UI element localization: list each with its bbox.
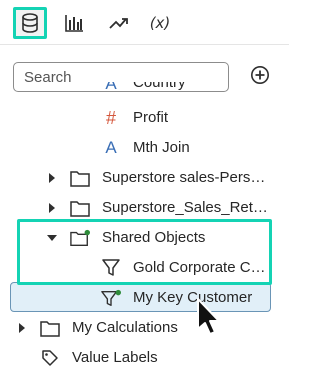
tree-item-label: Profit: [133, 109, 169, 126]
tree-item-profit[interactable]: # Profit: [0, 103, 289, 133]
bar-chart-icon: [64, 14, 84, 32]
tree-item-label: Value Labels: [72, 349, 158, 366]
caret-right-icon[interactable]: [17, 323, 27, 333]
folder-icon: [70, 198, 90, 218]
tree-item-label: My Key Customer: [133, 289, 253, 306]
tab-data[interactable]: [13, 7, 47, 39]
tab-calculations[interactable]: (x): [143, 7, 177, 39]
tag-icon: [40, 348, 60, 368]
tree-item-label: Superstore sales-Pers…: [102, 169, 266, 186]
trend-arrow-icon: [109, 16, 129, 30]
panel-tabs: (x): [0, 0, 289, 44]
tree-item-my-key-customer[interactable]: My Key Customer: [0, 283, 289, 313]
tree-item-label: My Calculations: [72, 319, 178, 336]
hash-measure-icon: #: [105, 107, 116, 128]
tab-analytics[interactable]: [102, 7, 136, 39]
tree-item-label: Superstore_Sales_Ret…: [102, 199, 268, 216]
tree-item-label: Country: [133, 82, 186, 91]
tree-folder-superstore-sales-pers[interactable]: Superstore sales-Pers…: [0, 163, 289, 193]
tabs-divider: [0, 44, 289, 45]
database-icon: [21, 13, 39, 33]
tree-item-value-labels[interactable]: Value Labels: [0, 343, 289, 373]
text-attribute-icon: A: [105, 82, 117, 93]
tree-item-gold-corporate[interactable]: Gold Corporate C…: [0, 253, 289, 283]
filter-shared-icon: [101, 288, 121, 308]
tree-folder-my-calculations[interactable]: My Calculations: [0, 313, 289, 343]
filter-icon: [101, 258, 121, 278]
caret-right-icon[interactable]: [47, 173, 57, 183]
tab-visualizations[interactable]: [57, 7, 91, 39]
text-attribute-icon: A: [105, 138, 117, 157]
tree-item-mth-join[interactable]: A Mth Join: [0, 133, 289, 163]
tree-folder-superstore-sales-ret[interactable]: Superstore_Sales_Ret…: [0, 193, 289, 223]
folder-icon: [40, 318, 60, 338]
tree-item-country[interactable]: A Country: [0, 82, 289, 96]
tree-item-label: Shared Objects: [102, 229, 206, 246]
folder-shared-icon: [70, 228, 90, 248]
tree-item-label: Mth Join: [133, 139, 190, 156]
caret-right-icon[interactable]: [47, 203, 57, 213]
mouse-pointer-icon: [196, 298, 222, 338]
folder-icon: [70, 168, 90, 188]
tree-item-label: Gold Corporate C…: [133, 259, 266, 276]
fx-icon: (x): [149, 14, 171, 32]
caret-down-icon[interactable]: [47, 233, 57, 243]
tree-folder-shared-objects[interactable]: Shared Objects: [0, 223, 289, 253]
